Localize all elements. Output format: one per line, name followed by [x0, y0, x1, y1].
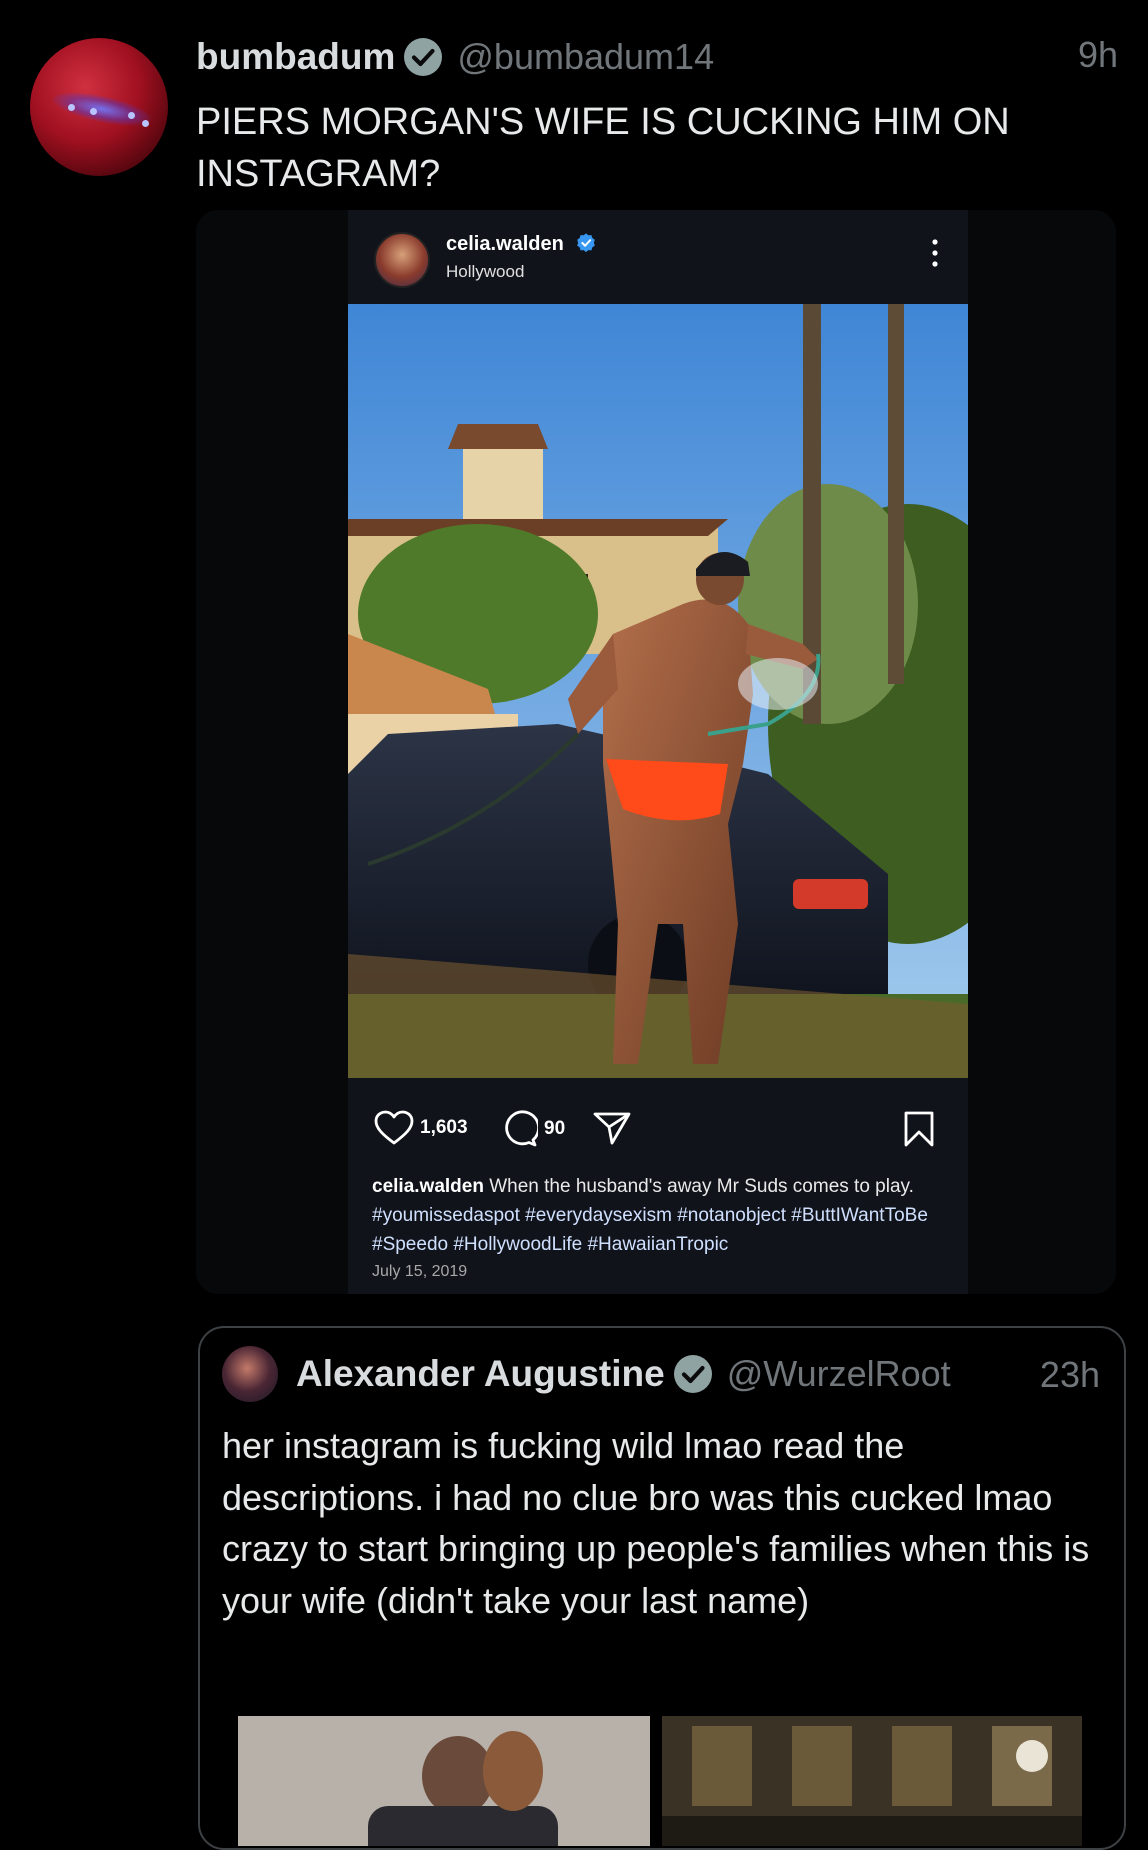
share-group: [592, 1110, 632, 1146]
comment-icon: [505, 1110, 538, 1147]
bookmark-icon: [904, 1111, 934, 1147]
quoted-author-name[interactable]: Alexander Augustine: [296, 1353, 665, 1395]
instagram-actions: 1,603 90 celia.walden When the husband's…: [348, 1078, 968, 1294]
quoted-tweet-time[interactable]: 23h: [1040, 1354, 1100, 1396]
caption-username: celia.walden: [372, 1176, 484, 1197]
verified-icon: [404, 38, 443, 76]
comments-count: 90: [544, 1118, 566, 1139]
quoted-tweet[interactable]: Alexander Augustine @WurzelRoot 23h her …: [198, 1326, 1126, 1850]
quoted-author-handle[interactable]: @WurzelRoot: [727, 1353, 951, 1395]
caption-hashtags: #youmissedaspot #everydaysexism #notanob…: [372, 1205, 928, 1255]
likes-group: 1,603: [374, 1110, 468, 1146]
quoted-media-image-2[interactable]: [662, 1716, 1082, 1846]
instagram-date: July 15, 2019: [372, 1263, 468, 1280]
instagram-caption: celia.walden When the husband's away Mr …: [372, 1172, 952, 1259]
share-icon: [593, 1112, 631, 1145]
instagram-photo: [348, 304, 968, 1078]
comments-group: 90: [500, 1110, 565, 1148]
heart-icon: [374, 1110, 414, 1145]
instagram-verified-icon: [577, 233, 596, 253]
verified-icon: [673, 1355, 712, 1393]
author-handle[interactable]: @bumbadum14: [457, 36, 714, 78]
likes-count: 1,603: [420, 1117, 468, 1138]
instagram-location: Hollywood: [446, 262, 525, 281]
tweet-text: PIERS MORGAN'S WIFE IS CUCKING HIM ON IN…: [196, 101, 1010, 195]
bookmark-group: [902, 1110, 936, 1148]
quoted-tweet-text: her instagram is fucking wild lmao read …: [222, 1425, 1090, 1621]
image-thumbnail-2: [662, 1716, 1082, 1846]
author-name[interactable]: bumbadum: [196, 36, 395, 78]
image-thumbnail-1: [238, 1716, 650, 1846]
author-avatar[interactable]: [30, 38, 168, 176]
caption-text: When the husband's away Mr Suds comes to…: [489, 1176, 914, 1197]
quoted-tweet-header: Alexander Augustine @WurzelRoot 23h: [296, 1344, 1100, 1404]
tweet-header: bumbadum @bumbadum14 9h: [196, 30, 1118, 84]
quoted-author-avatar[interactable]: [222, 1346, 278, 1402]
tweet-media[interactable]: celia.walden Hollywood 1,603 90 celia.wa…: [196, 210, 1116, 1294]
tweet-time[interactable]: 9h: [1078, 34, 1118, 76]
instagram-header: celia.walden Hollywood: [348, 210, 968, 304]
instagram-avatar: [374, 232, 430, 288]
quoted-media-image-1[interactable]: [238, 1716, 650, 1846]
instagram-screenshot: celia.walden Hollywood 1,603 90 celia.wa…: [348, 210, 968, 1294]
more-icon: [932, 239, 938, 267]
photo-illustration: [348, 304, 968, 1078]
instagram-username: celia.walden: [446, 232, 597, 256]
